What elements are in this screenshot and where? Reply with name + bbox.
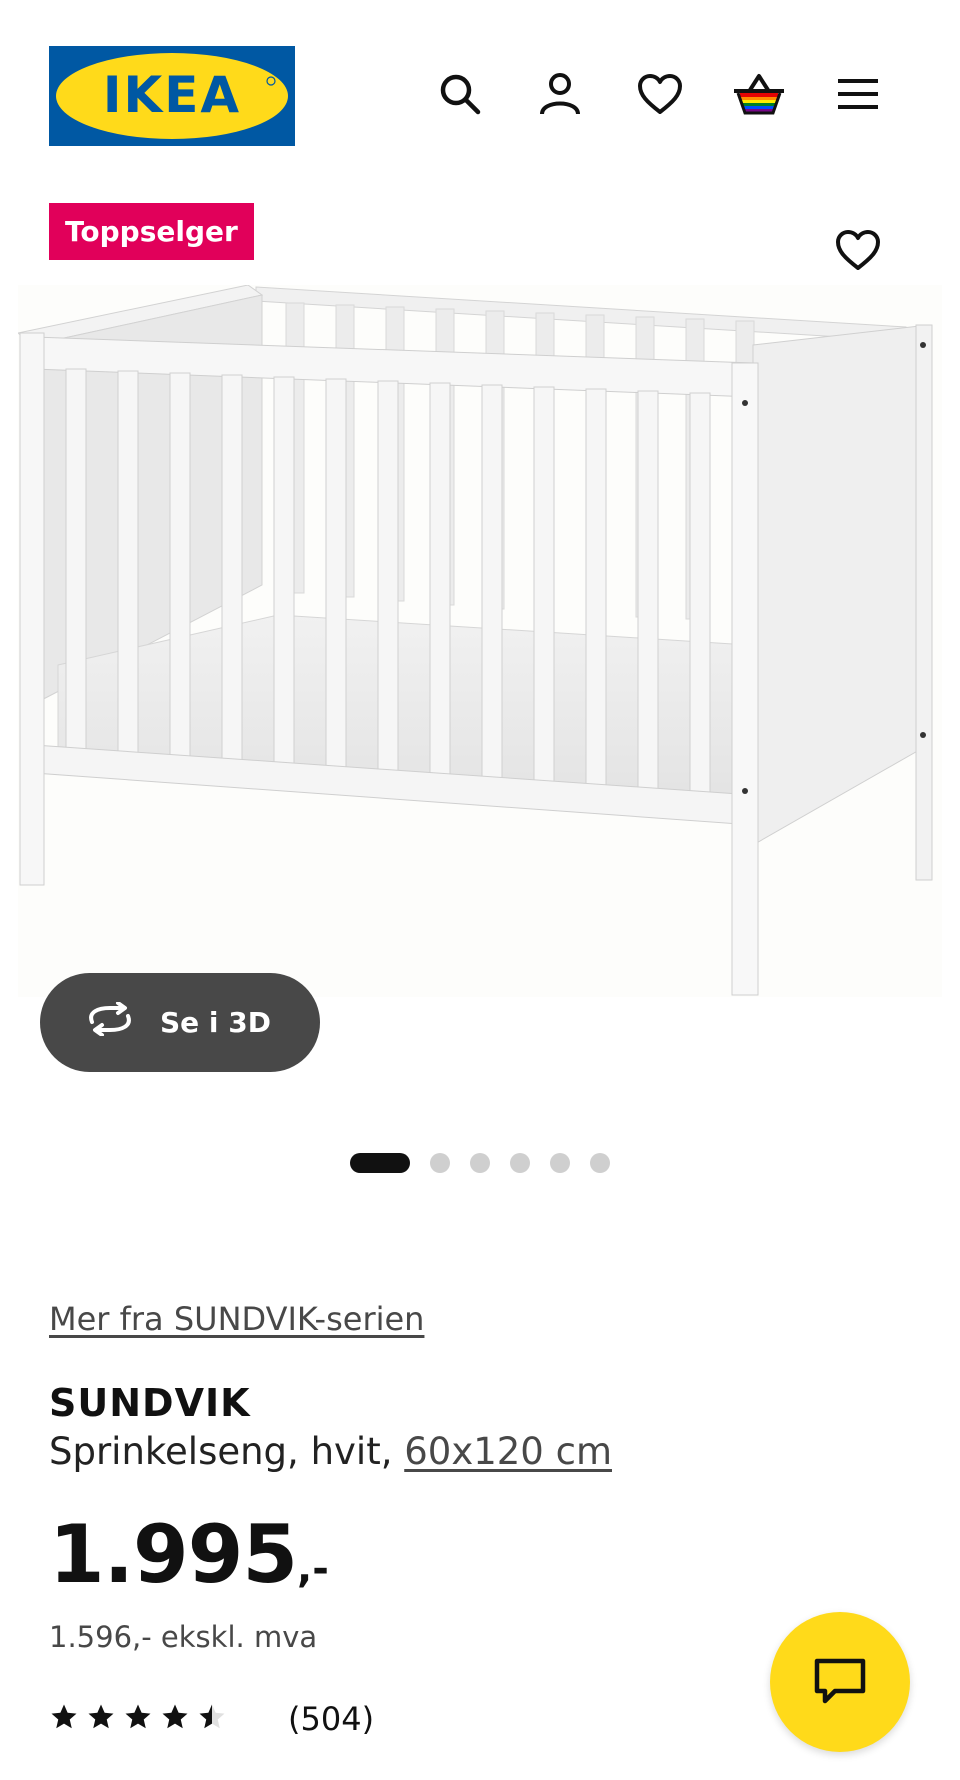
product-name: SUNDVIK (49, 1381, 251, 1425)
review-count[interactable]: (504) (288, 1700, 374, 1738)
view-in-3d-button[interactable]: Se i 3D (40, 973, 320, 1072)
price-suffix: ,- (297, 1546, 329, 1592)
carousel-dot[interactable] (550, 1153, 570, 1173)
rating-stars[interactable] (49, 1702, 227, 1732)
rotate-3d-icon (84, 1001, 136, 1043)
menu-icon[interactable] (828, 64, 888, 124)
product-image-crib[interactable] (16, 284, 942, 997)
search-icon[interactable] (430, 64, 490, 124)
chat-button[interactable] (770, 1612, 910, 1752)
product-description-text: Sprinkelseng, hvit, (49, 1430, 405, 1473)
shopping-basket-icon[interactable] (729, 64, 789, 124)
carousel-dot-active[interactable] (350, 1153, 410, 1173)
price-main: 1.995 (49, 1508, 298, 1601)
view-in-3d-label: Se i 3D (160, 1006, 271, 1039)
add-to-favorites-heart-icon[interactable] (830, 222, 886, 278)
star-icon (88, 1704, 114, 1729)
product-price: 1.995,- (49, 1508, 329, 1601)
account-icon[interactable] (530, 64, 590, 124)
product-description: Sprinkelseng, hvit, 60x120 cm (49, 1430, 612, 1473)
star-icon (125, 1704, 151, 1729)
chat-bubble-icon (814, 1658, 866, 1704)
carousel-dot[interactable] (510, 1153, 530, 1173)
price-excluding-vat: 1.596,- ekskl. mva (49, 1620, 318, 1654)
half-star-icon (199, 1704, 225, 1729)
carousel-dot[interactable] (470, 1153, 490, 1173)
star-icon (51, 1704, 77, 1729)
top-seller-badge: Toppselger (49, 203, 254, 260)
logo-text: IKEA (103, 66, 241, 124)
image-carousel-indicator (350, 1153, 610, 1173)
favorites-heart-icon[interactable] (630, 64, 690, 124)
carousel-dot[interactable] (430, 1153, 450, 1173)
size-link[interactable]: 60x120 cm (404, 1430, 612, 1473)
ikea-logo[interactable]: IKEA (49, 46, 295, 146)
carousel-dot[interactable] (590, 1153, 610, 1173)
series-link[interactable]: Mer fra SUNDVIK-serien (49, 1300, 424, 1338)
star-icon (162, 1704, 188, 1729)
